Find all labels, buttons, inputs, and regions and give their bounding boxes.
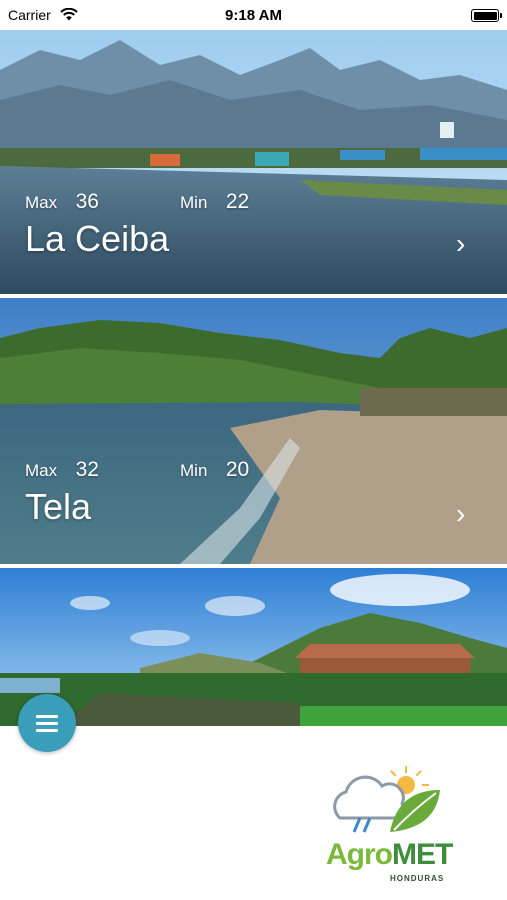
- city-name: La Ceiba: [25, 218, 170, 259]
- chevron-right-icon[interactable]: ›: [456, 230, 465, 258]
- logo-country: HONDURAS: [390, 874, 445, 883]
- min-temp: Min 22: [180, 190, 250, 213]
- city-card-la-ceiba[interactable]: Max 36 Min 22 La Ceiba ›: [0, 30, 507, 294]
- chevron-right-icon[interactable]: ›: [456, 500, 465, 528]
- status-bar: Carrier 9:18 AM: [0, 0, 507, 30]
- city-card-third[interactable]: [0, 568, 507, 726]
- menu-button[interactable]: [18, 694, 76, 752]
- min-temp: Min 20: [180, 458, 250, 481]
- battery-icon: [471, 9, 502, 22]
- max-temp: Max 36: [25, 190, 99, 213]
- weather-logo-icon: [333, 766, 440, 833]
- city-card-tela[interactable]: Max 32 Min 20 Tela ›: [0, 298, 507, 564]
- logo-wordmark: AgroMET: [326, 838, 453, 871]
- max-temp: Max 32: [25, 458, 99, 481]
- city-name: Tela: [25, 486, 92, 527]
- agromet-logo: AgroMET HONDURAS: [318, 760, 478, 890]
- hamburger-menu-icon: [36, 715, 58, 732]
- third-city-photo: [0, 568, 507, 726]
- status-time: 9:18 AM: [225, 7, 282, 24]
